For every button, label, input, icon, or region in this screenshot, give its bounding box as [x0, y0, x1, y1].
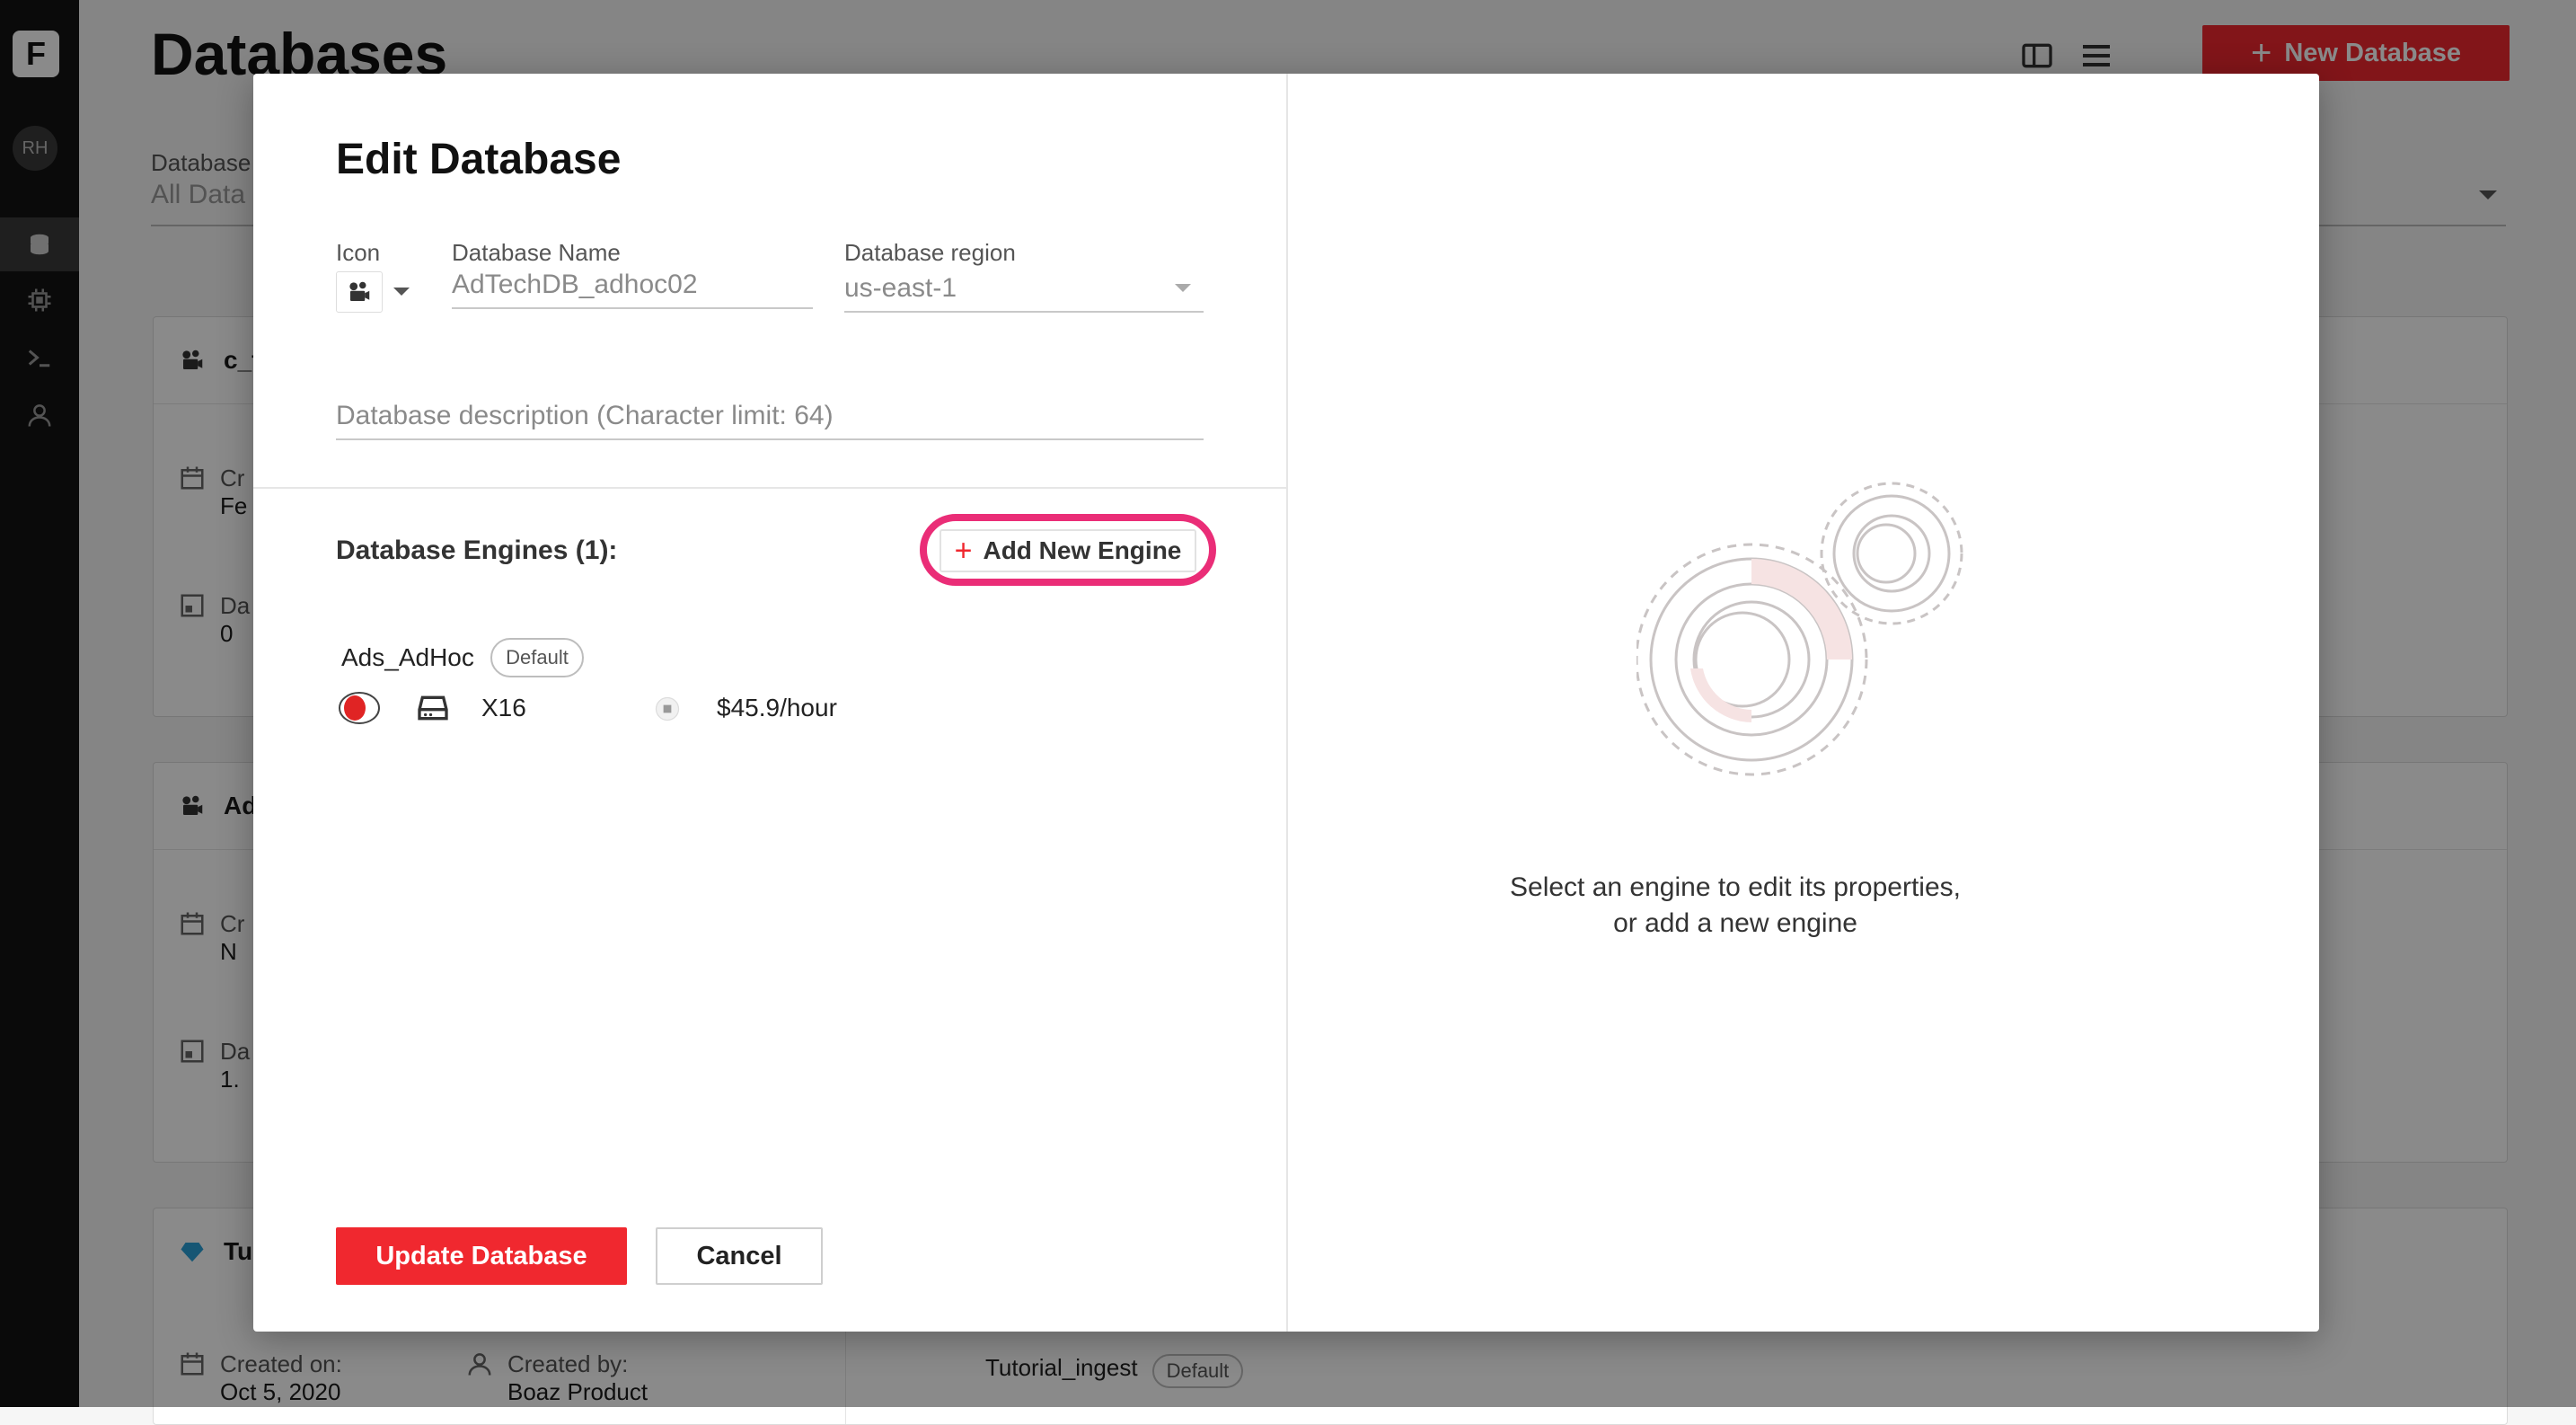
update-database-button[interactable]: Update Database	[336, 1227, 627, 1285]
disk-icon	[418, 695, 448, 721]
section-divider	[253, 487, 1286, 489]
add-engine-label: Add New Engine	[983, 536, 1182, 564]
database-region-value: us-east-1	[844, 273, 957, 303]
plus-icon: +	[954, 534, 973, 568]
engines-section-title: Database Engines (1):	[336, 535, 618, 565]
edit-database-modal: Edit Database Icon Database Name AdTechD…	[253, 74, 2319, 1332]
database-name-value: AdTechDB_adhoc02	[452, 270, 698, 299]
camera-icon	[349, 281, 370, 301]
engine-status-icon[interactable]	[338, 690, 383, 726]
empty-message-line-1: Select an engine to edit its properties,	[1510, 872, 1961, 902]
default-badge: Default	[490, 638, 584, 677]
database-region-select[interactable]: us-east-1	[844, 273, 1204, 313]
stop-icon[interactable]	[654, 695, 681, 722]
empty-message-line-2: or add a new engine	[1613, 908, 1857, 938]
database-region-label: Database region	[844, 239, 1016, 266]
add-new-engine-button[interactable]: + Add New Engine	[940, 529, 1196, 572]
description-placeholder: Database description (Character limit: 6…	[336, 401, 834, 430]
engine-name[interactable]: Ads_AdHoc	[341, 643, 474, 672]
database-name-field[interactable]: AdTechDB_adhoc02	[452, 270, 813, 309]
gears-illustration-icon	[1636, 482, 1963, 776]
engine-price: $45.9/hour	[717, 694, 837, 721]
database-name-label: Database Name	[452, 239, 621, 266]
chevron-down-icon	[1175, 284, 1191, 292]
icon-label: Icon	[336, 239, 381, 266]
empty-state-message: Select an engine to edit its properties,…	[1484, 870, 1987, 942]
engine-size: X16	[481, 694, 526, 721]
database-description-field[interactable]: Database description (Character limit: 6…	[336, 401, 1204, 440]
modal-title: Edit Database	[336, 136, 622, 183]
cancel-button[interactable]: Cancel	[656, 1227, 823, 1285]
modal-form-panel: Edit Database Icon Database Name AdTechD…	[253, 74, 1288, 1332]
chevron-down-icon	[393, 288, 410, 296]
icon-picker[interactable]	[336, 271, 417, 313]
